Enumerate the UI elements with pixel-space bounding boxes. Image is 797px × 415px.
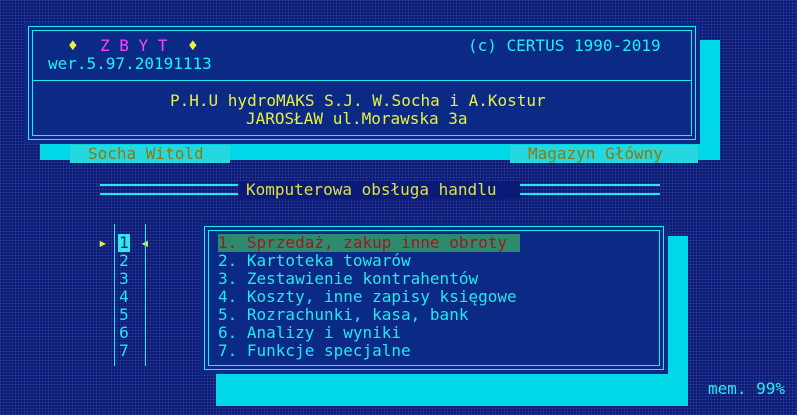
menu-item-5[interactable]: 5. Rozrachunki, kasa, bank bbox=[218, 306, 520, 324]
menu-item-3[interactable]: 3. Zestawienie kontrahentów bbox=[218, 270, 520, 288]
memory-indicator: mem. 99% bbox=[708, 379, 786, 398]
company-line1: P.H.U hydroMAKS S.J. W.Socha i A.Kostur bbox=[170, 91, 546, 110]
company-line2: JAROSŁAW ul.Morawska 3a bbox=[246, 109, 468, 128]
selector-left-arrow-icon: ▸ bbox=[98, 233, 108, 252]
selector-number-7[interactable]: 7 bbox=[118, 342, 130, 360]
banner-bar: Komputerowa obsługa handlu bbox=[100, 181, 660, 199]
menu-item-7[interactable]: 7. Funkcje specjalne bbox=[218, 342, 520, 360]
status-user: Socha Witold bbox=[88, 144, 204, 163]
app-name: Z B Y T bbox=[100, 36, 168, 55]
number-selector: ▸ ◂ 1 2 3 4 5 6 7 bbox=[98, 222, 158, 368]
header-shadow-right bbox=[698, 40, 720, 160]
selector-number-3[interactable]: 3 bbox=[118, 270, 130, 288]
selector-number-6[interactable]: 6 bbox=[118, 324, 130, 342]
main-menu: 1. Sprzedaż, zakup inne obroty 2. Kartot… bbox=[200, 222, 668, 374]
banner-title: Komputerowa obsługa handlu bbox=[246, 180, 497, 199]
menu-item-4[interactable]: 4. Koszty, inne zapisy księgowe bbox=[218, 288, 520, 306]
menu-item-6[interactable]: 6. Analizy i wyniki bbox=[218, 324, 520, 342]
marker-left-icon: ♦ bbox=[68, 36, 78, 55]
selector-number-4[interactable]: 4 bbox=[118, 288, 130, 306]
version: wer.5.97.20191113 bbox=[48, 54, 212, 73]
screen: { "header": { "marker_left": "♦", "marke… bbox=[0, 0, 797, 415]
menu-item-1[interactable]: 1. Sprzedaż, zakup inne obroty bbox=[218, 234, 520, 252]
banner-label-box: Komputerowa obsługa handlu bbox=[238, 181, 520, 199]
status-warehouse-box: Magazyn Główny bbox=[510, 145, 698, 163]
marker-right-icon: ♦ bbox=[188, 36, 198, 55]
menu-items: 1. Sprzedaż, zakup inne obroty 2. Kartot… bbox=[218, 234, 648, 364]
selector-number-2[interactable]: 2 bbox=[118, 252, 130, 270]
status-warehouse: Magazyn Główny bbox=[528, 144, 663, 163]
header-divider bbox=[32, 80, 692, 81]
selector-number-5[interactable]: 5 bbox=[118, 306, 130, 324]
selector-number-1[interactable]: 1 bbox=[118, 234, 130, 252]
copyright: (c) CERTUS 1990-2019 bbox=[468, 36, 661, 55]
menu-item-2[interactable]: 2. Kartoteka towarów bbox=[218, 252, 520, 270]
header-box: ♦ Z B Y T ♦ (c) CERTUS 1990-2019 wer.5.9… bbox=[24, 22, 700, 144]
status-user-box: Socha Witold bbox=[70, 145, 230, 163]
